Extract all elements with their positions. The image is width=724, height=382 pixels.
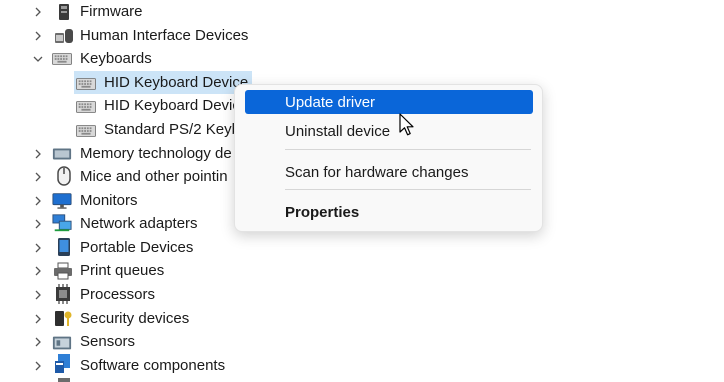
- portable-device-icon: [54, 238, 74, 256]
- tree-item-label: Keyboards: [80, 50, 152, 67]
- hid-icon: [54, 27, 74, 45]
- tree-item-label: Network adapters: [80, 215, 198, 232]
- context-menu: Update driver Uninstall device Scan for …: [234, 84, 543, 232]
- keyboard-icon: [52, 50, 72, 68]
- software-component-icon: [53, 354, 73, 373]
- tree-item-label: Portable Devices: [80, 239, 194, 256]
- tree-item-label: HID Keyboard Devic: [104, 97, 240, 114]
- chevron-right-icon[interactable]: [32, 218, 44, 230]
- chevron-right-icon[interactable]: [32, 265, 44, 277]
- chevron-right-icon[interactable]: [32, 171, 44, 183]
- chevron-right-icon[interactable]: [32, 195, 44, 207]
- network-icon: [52, 214, 72, 232]
- menu-separator: [285, 189, 531, 190]
- tree-item-label: Software components: [80, 357, 226, 374]
- tree-item-label: Print queues: [80, 262, 165, 279]
- tree-item-label: Security devices: [80, 310, 190, 327]
- tree-item-label: Standard PS/2 Keyb: [104, 121, 240, 138]
- uninstall-device-menu-item[interactable]: Uninstall device: [245, 119, 533, 143]
- chevron-right-icon[interactable]: [32, 148, 44, 160]
- tree-item-label: Mice and other pointin: [80, 168, 228, 185]
- tree-item-label: Memory technology de: [80, 145, 232, 162]
- chevron-right-icon[interactable]: [32, 336, 44, 348]
- tree-item-label: Human Interface Devices: [80, 27, 249, 44]
- keyboard-icon: [76, 98, 96, 116]
- scan-hardware-menu-item[interactable]: Scan for hardware changes: [245, 160, 533, 184]
- mouse-icon: [54, 166, 74, 186]
- chevron-right-icon[interactable]: [32, 6, 44, 18]
- tree-item-label: HID Keyboard Device: [104, 74, 249, 91]
- processor-icon: [53, 284, 73, 304]
- menu-separator: [285, 149, 531, 150]
- tree-item-label: Monitors: [80, 192, 138, 209]
- chevron-right-icon[interactable]: [32, 242, 44, 254]
- keyboard-icon: [76, 75, 96, 93]
- tree-item-label: Processors: [80, 286, 156, 303]
- keyboard-icon: [76, 122, 96, 140]
- tree-item-label: Sensors: [80, 333, 136, 350]
- next-row-icon-partial: [58, 378, 70, 382]
- chevron-right-icon[interactable]: [32, 289, 44, 301]
- sensor-icon: [52, 334, 72, 352]
- chevron-right-icon[interactable]: [32, 360, 44, 372]
- monitor-icon: [52, 192, 72, 210]
- properties-menu-item[interactable]: Properties: [245, 200, 533, 224]
- firmware-icon: [54, 3, 74, 21]
- update-driver-menu-item[interactable]: Update driver: [245, 90, 533, 114]
- security-device-icon: [53, 309, 73, 327]
- printer-icon: [53, 262, 73, 280]
- mouse-cursor-icon: [399, 113, 414, 136]
- chevron-down-icon[interactable]: [32, 53, 44, 65]
- chevron-right-icon[interactable]: [32, 30, 44, 42]
- chevron-right-icon[interactable]: [32, 313, 44, 325]
- tree-item-label: Firmware: [80, 3, 143, 20]
- memory-icon: [52, 145, 72, 163]
